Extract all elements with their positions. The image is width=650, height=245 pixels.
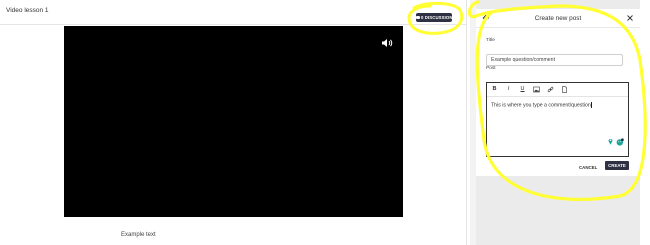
- underline-button[interactable]: U: [519, 86, 526, 93]
- close-icon[interactable]: [626, 14, 634, 22]
- example-text: Example text: [121, 232, 156, 238]
- drawer-header: Create new post: [476, 9, 640, 28]
- italic-button[interactable]: I: [505, 86, 512, 93]
- bold-button[interactable]: B: [491, 86, 498, 93]
- post-editor[interactable]: B I U This is where you type a comment/q…: [486, 82, 629, 157]
- title-field-label: Title: [486, 38, 495, 43]
- emoji-icon[interactable]: [616, 138, 624, 146]
- discussions-button[interactable]: 0 DISCUSSIONS: [416, 13, 455, 22]
- post-text-content: This is where you type a comment/questio…: [491, 102, 591, 109]
- image-icon[interactable]: [533, 86, 540, 93]
- location-pin-icon[interactable]: [608, 138, 613, 145]
- lesson-panel: Video lesson 1 0 DISCUSSIONS ⋮ Example t…: [0, 0, 467, 245]
- more-dots-icon[interactable]: ⋮: [458, 12, 465, 20]
- post-text: This is where you type a comment/questio…: [491, 102, 592, 109]
- text-cursor: [590, 102, 592, 108]
- create-post-drawer: Create new post Title Post B I U This is: [476, 9, 640, 176]
- link-icon[interactable]: [547, 86, 554, 93]
- create-button[interactable]: CREATE: [605, 161, 629, 170]
- video-player[interactable]: [64, 26, 403, 217]
- editor-toolbar: B I U: [487, 83, 628, 97]
- chat-icon: [416, 16, 420, 20]
- drawer-title: Create new post: [534, 15, 582, 22]
- lesson-title: Video lesson 1: [6, 7, 49, 14]
- volume-icon[interactable]: [381, 38, 393, 48]
- discussions-label: 0 DISCUSSIONS: [421, 15, 456, 20]
- title-input[interactable]: [486, 54, 623, 66]
- post-field-label: Post: [486, 66, 496, 71]
- lesson-header: Video lesson 1 0 DISCUSSIONS ⋮: [0, 0, 466, 25]
- file-icon[interactable]: [561, 86, 568, 93]
- cancel-button[interactable]: CANCEL: [579, 165, 597, 170]
